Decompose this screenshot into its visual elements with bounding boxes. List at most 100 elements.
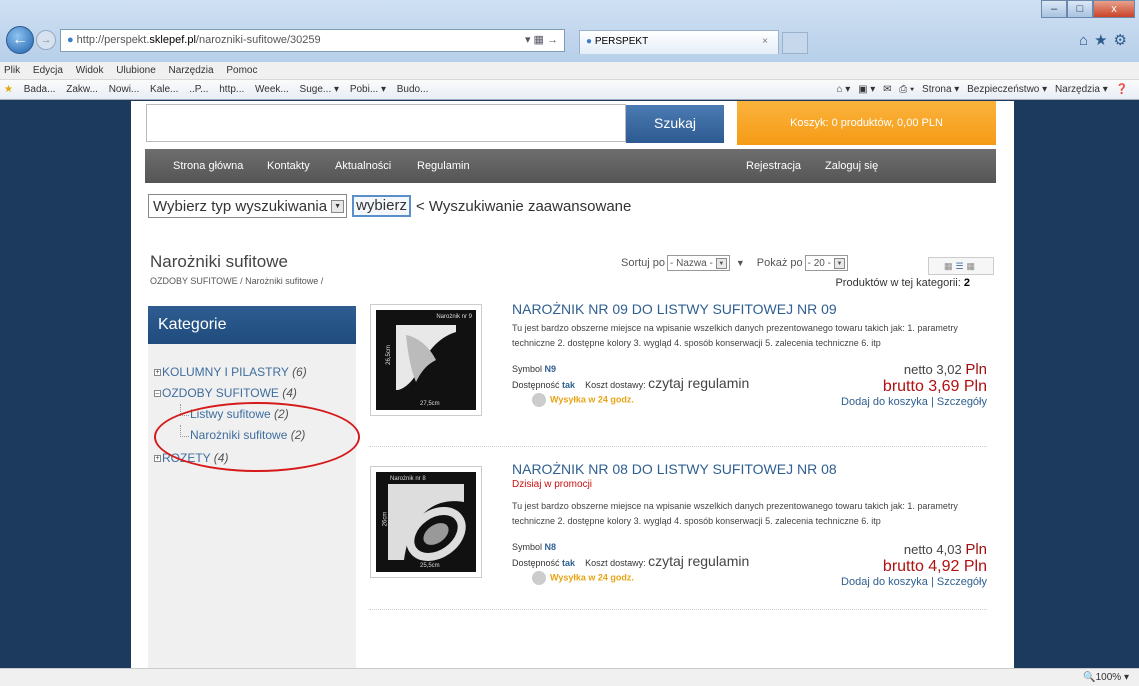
forward-button[interactable]: → <box>36 30 56 50</box>
product-count-label: Produktów w tej kategorii: <box>835 277 961 289</box>
home-icon[interactable]: ⌂ ▾ <box>836 84 850 95</box>
category-label[interactable]: KOLUMNY I PILASTRY <box>162 365 289 379</box>
cmd-safety[interactable]: Bezpieczeństwo ▾ <box>967 84 1047 95</box>
search-button[interactable]: Szukaj <box>626 105 724 143</box>
product-photo: Narożnik nr 8 26cm 25,5cm <box>376 472 476 572</box>
back-button[interactable]: ← <box>6 26 34 54</box>
address-tools[interactable]: ▾ ▦ → <box>525 30 558 51</box>
expand-icon[interactable]: + <box>154 369 161 377</box>
details-link[interactable]: Szczegóły <box>937 396 987 408</box>
star-icon[interactable]: ★ <box>1094 32 1113 49</box>
shipping-link[interactable]: czytaj regulamin <box>648 553 749 569</box>
product-card: Narożnik nr 8 26cm 25,5cm NAROŻNIK NR 08… <box>369 461 987 611</box>
view-mode-switch[interactable]: ▦☰▦ <box>928 257 994 275</box>
shipping-label: Koszt dostawy: <box>585 558 646 568</box>
cmd-page[interactable]: Strona ▾ <box>922 84 959 95</box>
address-bar[interactable]: ● http://perspekt.sklepef.pl/narozniki-su… <box>60 29 565 52</box>
category-item[interactable]: + KOLUMNY I PILASTRY (6) <box>148 362 307 383</box>
search-input[interactable] <box>146 104 626 142</box>
search-type-select[interactable]: Wybierz typ wyszukiwania ▼ <box>148 194 348 218</box>
menu-view[interactable]: Widok <box>76 65 104 76</box>
browser-titlebar: – □ x ← → ● http://perspekt.sklepef.pl/na… <box>0 0 1139 62</box>
main-navigation: Strona główna Kontakty Aktualności Regul… <box>145 149 996 183</box>
gear-icon[interactable]: ⚙ <box>1114 32 1133 49</box>
nav-terms[interactable]: Regulamin <box>417 149 470 183</box>
ie-page-icon: ● <box>67 34 74 46</box>
list-view-icon[interactable]: ☰ <box>955 261 966 271</box>
new-tab-button[interactable] <box>782 32 808 54</box>
menu-favorites[interactable]: Ulubione <box>116 65 155 76</box>
fav-item[interactable]: ..P... <box>189 84 208 95</box>
minimize-button[interactable]: – <box>1041 0 1067 18</box>
price-box: netto 4,03 Pln brutto 4,92 Pln Dodaj do … <box>841 541 987 588</box>
menu-edit[interactable]: Edycja <box>33 65 63 76</box>
window-controls: – □ x <box>1041 0 1135 18</box>
nav-contact[interactable]: Kontakty <box>267 149 310 183</box>
cmd-tools[interactable]: Narzędzia ▾ <box>1055 84 1108 95</box>
add-to-cart-link[interactable]: Dodaj do koszyka <box>841 396 928 408</box>
menu-help[interactable]: Pomoc <box>226 65 257 76</box>
grid-view-icon[interactable]: ▦ <box>944 261 956 271</box>
product-title[interactable]: NAROŻNIK NR 08 DO LISTWY SUFITOWEJ NR 08 <box>512 461 837 477</box>
feeds-icon[interactable]: ▣ ▾ <box>858 84 875 95</box>
fav-item[interactable]: Pobi... ▾ <box>350 84 386 95</box>
price-brutto: brutto 4,92 Pln <box>882 558 987 575</box>
ceiling-corner-image <box>388 484 466 561</box>
tab-perspekt[interactable]: ● PERSPEKT × <box>579 30 779 54</box>
table-view-icon[interactable]: ▦ <box>967 261 979 271</box>
netto-currency: Pln <box>965 361 987 378</box>
category-label[interactable]: OZDOBY SUFITOWE <box>162 386 279 400</box>
choose-button[interactable]: wybierz <box>352 195 411 217</box>
image-height-label: 26,5cm <box>385 345 392 365</box>
product-photo: Narożnik nr 9 26,5cm 27,5cm <box>376 310 476 410</box>
sort-select[interactable]: - Nazwa - ▼ <box>667 255 730 271</box>
menu-file[interactable]: Plik <box>4 65 20 76</box>
mail-icon[interactable]: ✉ <box>883 84 891 95</box>
image-height-label: 26cm <box>382 511 389 527</box>
clock-icon <box>532 571 546 585</box>
print-icon[interactable]: ⎙ ▾ <box>899 84 914 95</box>
favorites-star-icon[interactable]: ★ <box>4 84 13 95</box>
product-count: Produktów w tej kategorii: 2 <box>835 277 970 289</box>
dispatch-text: Wysyłka w 24 godz. <box>550 572 634 583</box>
product-image[interactable]: Narożnik nr 9 26,5cm 27,5cm <box>370 304 482 416</box>
fav-item[interactable]: Zakw... <box>66 84 98 95</box>
cart-summary[interactable]: Koszyk: 0 produktów, 0,00 PLN <box>737 101 996 145</box>
fav-item[interactable]: Nowi... <box>109 84 140 95</box>
close-window-button[interactable]: x <box>1093 0 1135 18</box>
fav-item[interactable]: Suge... ▾ <box>300 84 340 95</box>
advanced-search-link[interactable]: < Wyszukiwanie zaawansowane <box>416 198 631 215</box>
nav-register[interactable]: Rejestracja <box>746 149 801 183</box>
sort-direction-icon[interactable]: ▼ <box>736 258 745 268</box>
product-image[interactable]: Narożnik nr 8 26cm 25,5cm <box>370 466 482 578</box>
nav-login[interactable]: Zaloguj się <box>825 149 878 183</box>
details-link[interactable]: Szczegóły <box>937 576 987 588</box>
netto-value: netto 4,03 <box>903 542 962 557</box>
fav-item[interactable]: Budo... <box>397 84 429 95</box>
separator: | <box>930 396 934 408</box>
menu-tools[interactable]: Narzędzia <box>169 65 214 76</box>
help-icon[interactable]: ❓ <box>1116 84 1128 95</box>
fav-item[interactable]: http... <box>219 84 244 95</box>
maximize-button[interactable]: □ <box>1067 0 1093 18</box>
menu-bar: Plik Edycja Widok Ulubione Narzędzia Pom… <box>0 62 1139 80</box>
zoom-control[interactable]: 🔍100% ▾ <box>1083 669 1129 686</box>
per-page-select[interactable]: - 20 - ▼ <box>804 255 848 271</box>
chevron-down-icon: ▼ <box>331 199 345 213</box>
nav-news[interactable]: Aktualności <box>335 149 391 183</box>
category-item[interactable]: – OZDOBY SUFITOWE (4) <box>148 383 307 404</box>
ie-tab-icon: ● <box>586 36 593 47</box>
price-box: netto 3,02 Pln brutto 3,69 Pln Dodaj do … <box>841 361 987 408</box>
shipping-link[interactable]: czytaj regulamin <box>648 375 749 391</box>
collapse-icon[interactable]: – <box>154 390 161 398</box>
nav-home[interactable]: Strona główna <box>173 149 243 183</box>
fav-item[interactable]: Kale... <box>150 84 178 95</box>
expand-icon[interactable]: + <box>154 455 161 463</box>
close-tab-icon[interactable]: × <box>762 31 768 53</box>
fav-item[interactable]: Bada... <box>24 84 56 95</box>
fav-item[interactable]: Week... <box>255 84 289 95</box>
home-icon[interactable]: ⌂ <box>1079 32 1094 49</box>
product-card: Narożnik nr 9 26,5cm 27,5cm NAROŻNIK NR … <box>369 301 987 451</box>
add-to-cart-link[interactable]: Dodaj do koszyka <box>841 576 928 588</box>
product-title[interactable]: NAROŻNIK NR 09 DO LISTWY SUFITOWEJ NR 09 <box>512 301 837 317</box>
